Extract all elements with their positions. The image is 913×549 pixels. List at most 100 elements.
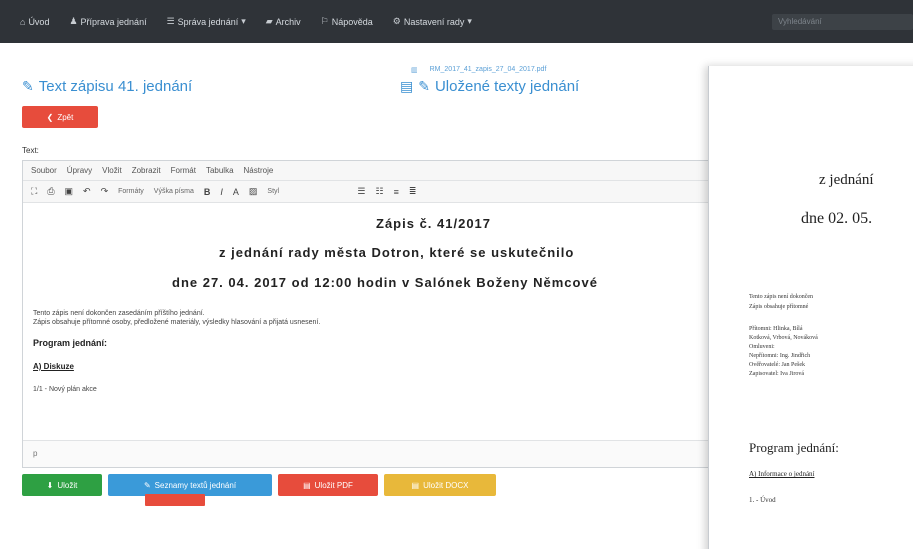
preview-icon[interactable]: ▣ xyxy=(65,186,74,197)
redo-icon[interactable]: ↷ xyxy=(101,186,109,197)
settings-icon: ⚙ xyxy=(392,16,401,26)
undo-icon[interactable]: ↶ xyxy=(83,186,91,197)
nav-item-label: Archiv xyxy=(275,16,301,27)
menu-table[interactable]: Tabulka xyxy=(206,166,234,175)
align-center-icon[interactable]: ≣ xyxy=(409,186,417,197)
preview-subtitle: z jednání xyxy=(819,172,874,188)
background-color-icon[interactable]: ▨ xyxy=(249,186,258,197)
doc-paragraph: Zápis obsahuje přítomné osoby, předložen… xyxy=(33,319,321,326)
italic-icon[interactable]: I xyxy=(220,187,223,197)
align-left-icon[interactable]: ≡ xyxy=(394,187,399,197)
rich-text-editor[interactable]: Soubor Úpravy Vložit Zobrazit Formát Tab… xyxy=(22,160,722,468)
text-field-label: Text: xyxy=(22,146,39,155)
save-pdf-button[interactable]: ▤ Uložit PDF xyxy=(278,474,378,496)
nav-item-settings[interactable]: ⚙ Nastavení rady ▾ xyxy=(393,16,472,27)
bold-icon[interactable]: B xyxy=(204,187,211,197)
editor-content[interactable]: Zápis č. 41/2017 z jednání rady města Do… xyxy=(23,204,721,440)
save-icon: ⬇ xyxy=(46,480,54,490)
saved-texts-button[interactable]: ✎ Seznamy textů jednání xyxy=(108,474,272,496)
font-size-dropdown[interactable]: Výška písma xyxy=(154,188,194,195)
preview-section-heading: A) Informace o jednání xyxy=(749,470,815,478)
print-icon[interactable]: ⎙ xyxy=(47,186,54,197)
nav-item-label: Příprava jednání xyxy=(80,16,147,27)
preview-agenda-item: 1. - Úvod xyxy=(749,496,776,504)
preview-paragraph: Zapisovatel: Iva Jirová xyxy=(749,371,804,377)
saved-texts-title-text: Uložené texty jednání xyxy=(434,78,580,95)
users-icon: ♟ xyxy=(69,16,78,26)
menu-format[interactable]: Formát xyxy=(171,166,196,175)
back-button[interactable]: ❮ Zpět xyxy=(22,106,98,128)
edit-icon: ✎ xyxy=(418,78,430,94)
save-word-button-label: Uložit DOCX xyxy=(423,480,469,490)
pdf-file-icon: ▥ xyxy=(411,67,418,74)
partial-button[interactable] xyxy=(145,494,205,506)
edit-icon: ✎ xyxy=(22,78,34,94)
doc-program-heading: Program jednání: xyxy=(33,338,108,348)
archive-icon: ▰ xyxy=(265,16,273,26)
editor-toolbar: ⛶ ⎙ ▣ ↶ ↷ Formáty Výška písma B I A ▨ St… xyxy=(23,181,721,203)
word-icon: ▤ xyxy=(411,480,420,490)
list-icon: ☰ xyxy=(166,16,175,26)
preview-paragraph: Přítomni: Hlinka, Bílá xyxy=(749,326,803,332)
preview-paragraph: Omluveni: xyxy=(749,344,775,350)
doc-section-heading: A) Diskuze xyxy=(33,362,74,371)
pencil-icon: ✎ xyxy=(143,480,151,490)
nav-item-label: Nápověda xyxy=(331,16,373,27)
chevron-left-icon: ❮ xyxy=(46,112,54,122)
editor-statusbar: p xyxy=(23,440,721,467)
doc-agenda-item: 1/1 - Nový plán akce xyxy=(33,386,97,393)
doc-date-line: dne 27. 04. 2017 od 12:00 hodin v Salóne… xyxy=(172,275,598,290)
menu-edit[interactable]: Úpravy xyxy=(67,166,92,175)
bullet-list-icon[interactable]: ☰ xyxy=(357,186,365,197)
preview-paragraph: Ověřovatelé: Jan Pešek xyxy=(749,362,805,368)
menu-tools[interactable]: Nástroje xyxy=(244,166,274,175)
saved-texts-title: ▤ ✎ Uložené texty jednání xyxy=(400,78,579,95)
page-title: ✎ Text zápisu 41. jednání xyxy=(22,78,192,95)
numbered-list-icon[interactable]: ☷ xyxy=(376,186,384,197)
save-pdf-button-label: Uložit PDF xyxy=(314,480,353,490)
chevron-down-icon: ▾ xyxy=(241,16,246,26)
nav-item-label: Správa jednání xyxy=(177,16,239,27)
doc-subtitle: z jednání rady města Dotron, které se us… xyxy=(219,245,575,260)
nav-item-management[interactable]: ☰ Správa jednání ▾ xyxy=(167,16,246,27)
menu-view[interactable]: Zobrazit xyxy=(132,166,161,175)
menu-insert[interactable]: Vložit xyxy=(102,166,122,175)
search-input[interactable]: Vyhledávání xyxy=(772,14,913,30)
nav-item-home[interactable]: ⌂ Úvod xyxy=(20,17,49,27)
app-window: ⌂ Úvod ♟ Příprava jednání ☰ Správa jedná… xyxy=(0,0,913,549)
preview-paragraph: Zápis obsahuje přítomné xyxy=(749,304,809,310)
nav-item-help[interactable]: ⚐ Nápověda xyxy=(321,16,373,27)
nav-item-label: Nastavení rady xyxy=(403,16,465,27)
font-dropdown[interactable]: Styl xyxy=(267,188,347,195)
saved-file-link[interactable]: ▥ RM_2017_41_zapis_27_04_2017.pdf xyxy=(411,66,546,74)
save-button-label: Uložit xyxy=(57,480,78,490)
doc-title: Zápis č. 41/2017 xyxy=(376,216,492,231)
formats-dropdown[interactable]: Formáty xyxy=(118,188,144,195)
saved-texts-button-label: Seznamy textů jednání xyxy=(154,480,237,490)
nav-item-archive[interactable]: ▰ Archiv xyxy=(266,16,301,27)
pdf-icon: ▤ xyxy=(303,480,311,490)
nav-item-preparation[interactable]: ♟ Příprava jednání xyxy=(69,16,146,27)
preview-paragraph: Kotková, Vrbová, Nováková xyxy=(749,335,818,341)
save-word-button[interactable]: ▤ Uložit DOCX xyxy=(384,474,496,496)
fullscreen-icon[interactable]: ⛶ xyxy=(31,186,37,197)
save-button[interactable]: ⬇ Uložit xyxy=(22,474,102,496)
preview-paragraph: Nepřítomni: Ing. Jindřich xyxy=(749,353,811,359)
document-icon: ▤ xyxy=(400,78,414,94)
help-icon: ⚐ xyxy=(320,16,329,26)
menu-file[interactable]: Soubor xyxy=(31,166,57,175)
page-title-text: Text zápisu 41. jednání xyxy=(38,78,193,95)
doc-paragraph: Tento zápis není dokončen zasedáním příš… xyxy=(33,310,205,317)
top-navbar: ⌂ Úvod ♟ Příprava jednání ☰ Správa jedná… xyxy=(0,0,913,43)
nav-item-label: Úvod xyxy=(28,16,50,27)
back-button-label: Zpět xyxy=(57,112,74,122)
preview-paragraph: Tento zápis není dokončen xyxy=(749,294,814,300)
editor-menubar: Soubor Úpravy Vložit Zobrazit Formát Tab… xyxy=(23,161,721,181)
preview-date-line: dne 02. 05. xyxy=(801,210,873,227)
saved-file-name: RM_2017_41_zapis_27_04_2017.pdf xyxy=(429,66,547,73)
chevron-down-icon: ▾ xyxy=(467,16,472,26)
preview-program-heading: Program jednání: xyxy=(749,440,839,455)
text-color-icon[interactable]: A xyxy=(233,187,239,197)
document-preview: z jednání dne 02. 05. Tento zápis není d… xyxy=(708,66,913,549)
home-icon: ⌂ xyxy=(20,16,26,27)
